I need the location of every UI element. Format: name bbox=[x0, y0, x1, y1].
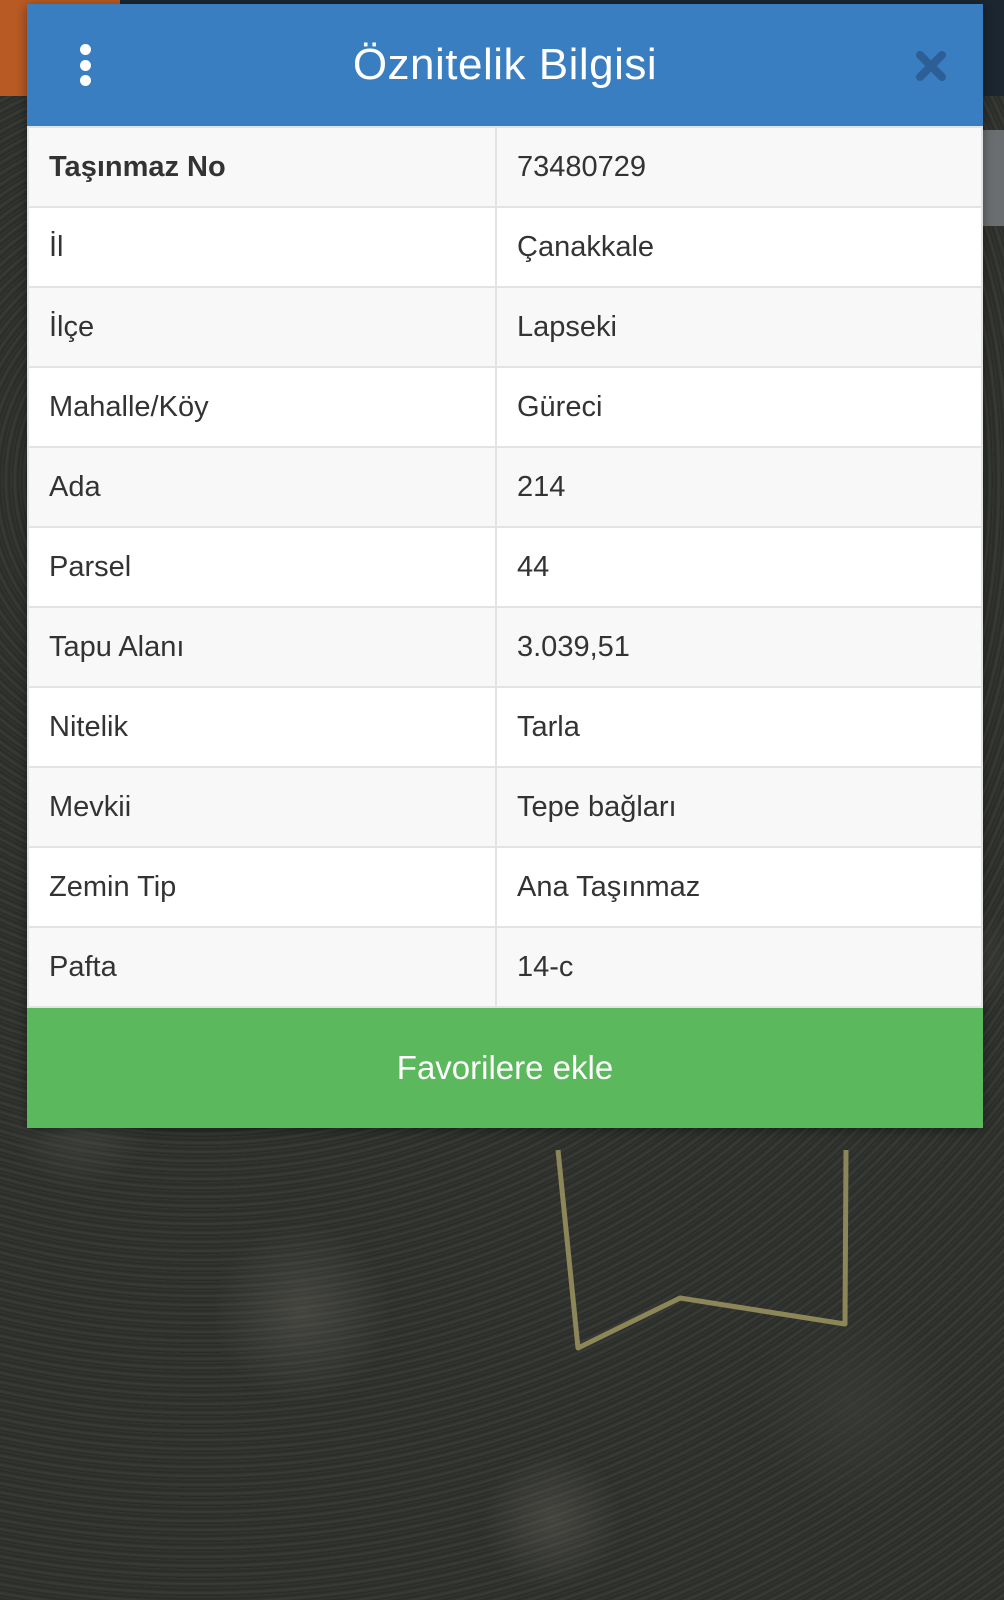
attribute-key: Parsel bbox=[27, 526, 497, 608]
table-row: İl Çanakkale bbox=[27, 206, 983, 288]
attribute-value: Tepe bağları bbox=[495, 766, 983, 848]
table-row: Parsel 44 bbox=[27, 526, 983, 608]
attribute-value: 214 bbox=[495, 446, 983, 528]
attribute-value: Tarla bbox=[495, 686, 983, 768]
vertical-dots-icon bbox=[79, 44, 91, 55]
attribute-value: Çanakkale bbox=[495, 206, 983, 288]
attribute-key: Tapu Alanı bbox=[27, 606, 497, 688]
table-row: Pafta 14-c bbox=[27, 926, 983, 1008]
table-row: İlçe Lapseki bbox=[27, 286, 983, 368]
table-row: Mahalle/Köy Güreci bbox=[27, 366, 983, 448]
attribute-value: Güreci bbox=[495, 366, 983, 448]
attribute-key: Mevkii bbox=[27, 766, 497, 848]
attribute-value: 73480729 bbox=[495, 126, 983, 208]
close-x-icon[interactable] bbox=[913, 48, 949, 84]
attribute-value: Lapseki bbox=[495, 286, 983, 368]
attribute-key: Zemin Tip bbox=[27, 846, 497, 928]
attribute-key: Taşınmaz No bbox=[27, 126, 497, 208]
attribute-key: İl bbox=[27, 206, 497, 288]
attribute-key: Nitelik bbox=[27, 686, 497, 768]
attribute-table: Taşınmaz No 73480729 İl Çanakkale İlçe L… bbox=[27, 126, 983, 1008]
attribute-key: Pafta bbox=[27, 926, 497, 1008]
table-row: Taşınmaz No 73480729 bbox=[27, 126, 983, 208]
table-row: Ada 214 bbox=[27, 446, 983, 528]
vertical-dots-icon-dot bbox=[79, 75, 91, 86]
attribute-value: Ana Taşınmaz bbox=[495, 846, 983, 928]
table-row: Zemin Tip Ana Taşınmaz bbox=[27, 846, 983, 928]
dialog-header: Öznitelik Bilgisi bbox=[27, 4, 983, 126]
table-row: Tapu Alanı 3.039,51 bbox=[27, 606, 983, 688]
add-to-favorites-button[interactable]: Favorilere ekle bbox=[27, 1008, 983, 1128]
menu-button[interactable] bbox=[63, 38, 107, 92]
table-row: Nitelik Tarla bbox=[27, 686, 983, 768]
attribute-key: Ada bbox=[27, 446, 497, 528]
attribute-info-dialog: Öznitelik Bilgisi Taşınmaz No 73480729 İ… bbox=[27, 4, 983, 1128]
attribute-key: Mahalle/Köy bbox=[27, 366, 497, 448]
attribute-value: 3.039,51 bbox=[495, 606, 983, 688]
table-row: Mevkii Tepe bağları bbox=[27, 766, 983, 848]
attribute-key: İlçe bbox=[27, 286, 497, 368]
attribute-value: 44 bbox=[495, 526, 983, 608]
attribute-value: 14-c bbox=[495, 926, 983, 1008]
scrollbar-thumb[interactable] bbox=[982, 130, 1004, 226]
vertical-dots-icon-dot bbox=[79, 59, 91, 71]
dialog-title: Öznitelik Bilgisi bbox=[352, 40, 658, 89]
